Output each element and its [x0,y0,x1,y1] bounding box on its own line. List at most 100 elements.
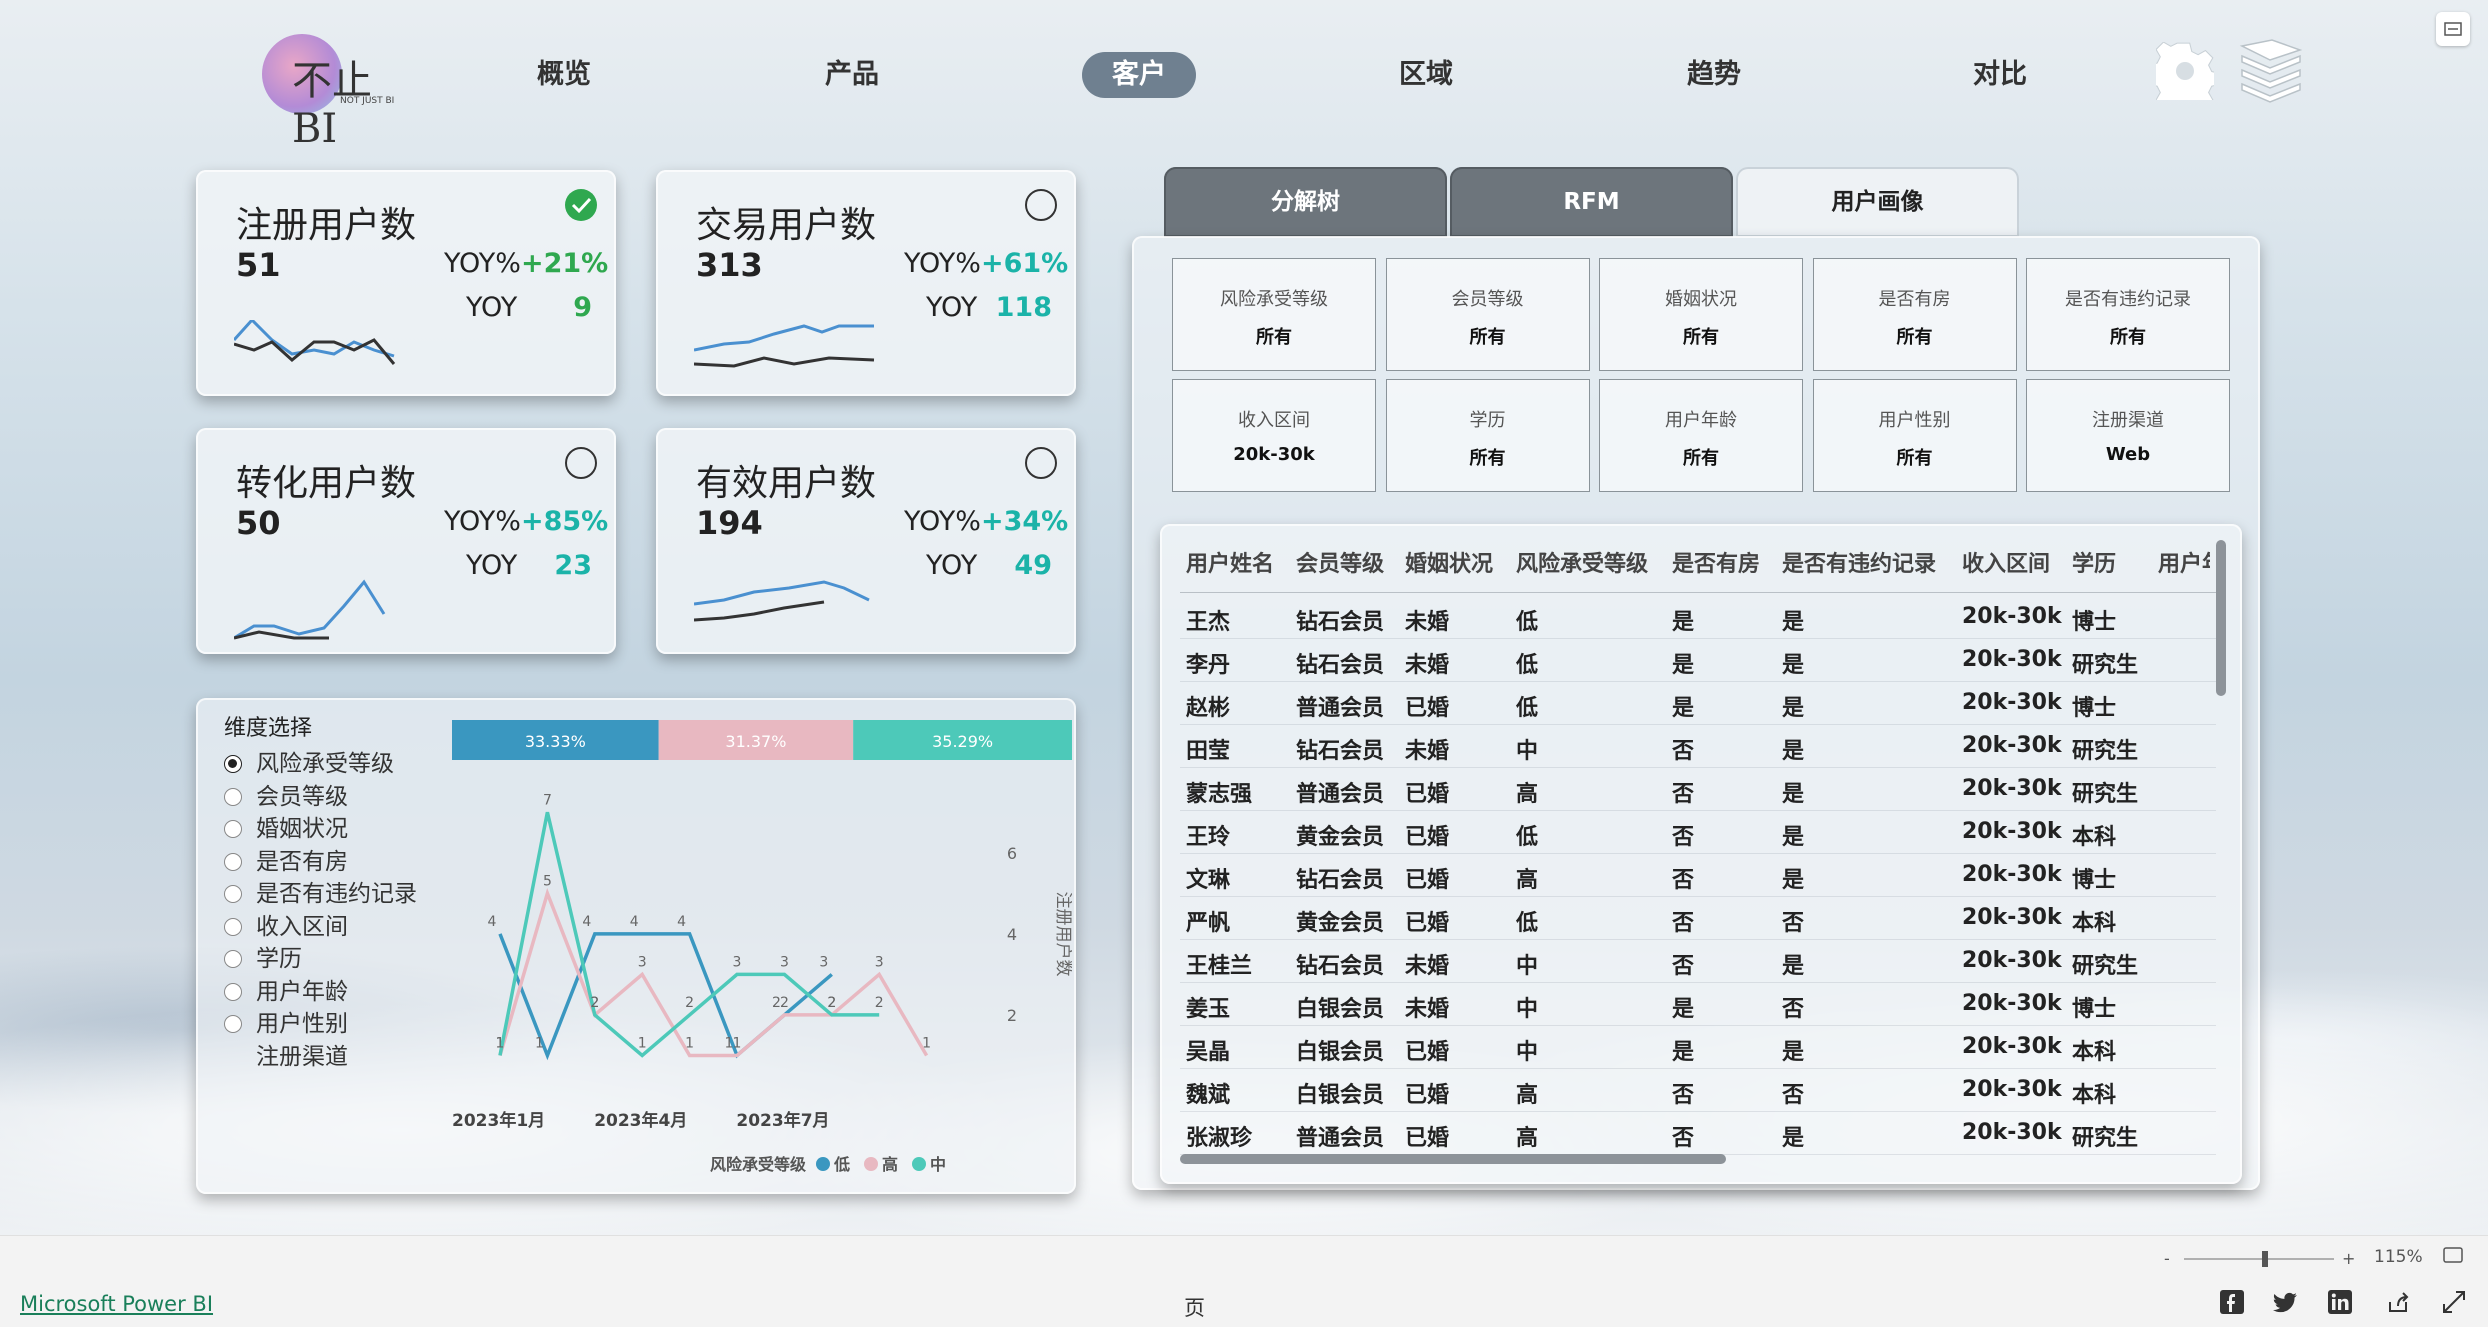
kpi-value: 50 [236,504,281,542]
tab-user-profile[interactable]: 用户画像 [1736,167,2019,237]
slicer-filter[interactable]: 注册渠道 Web [2026,379,2230,492]
slicer-value[interactable]: Web [2027,444,2229,465]
column-header[interactable]: 风险承受等级 [1516,546,1648,578]
kpi-value: 51 [236,246,281,284]
kpi-card-transaction[interactable]: 交易用户数 313 YOY%+61% YOY 118 [656,170,1076,396]
column-header[interactable]: 收入区间 [1962,546,2050,578]
slicer-filter[interactable]: 学历 所有 [1385,379,1590,492]
table-cell: 是 [1782,610,1805,635]
radio-button[interactable] [224,820,242,838]
fit-to-page-icon[interactable] [2442,1244,2464,1266]
table-cell: 是 [1782,868,1805,893]
column-header[interactable]: 用户姓名 [1186,546,1274,578]
facebook-icon[interactable] [2218,1288,2246,1316]
zoom-slider[interactable]: - + [2164,1248,2404,1270]
kpi-yoy-value: 23 [554,550,592,581]
slicer-value[interactable]: 所有 [1600,444,1802,470]
slicer-filter[interactable]: 婚姻状况 所有 [1599,258,1803,371]
tab-rfm[interactable]: RFM [1450,167,1733,237]
radio-button[interactable] [224,982,242,1001]
dimension-option[interactable]: 学历 [224,939,302,972]
radio-button[interactable] [224,787,242,806]
slicer-value[interactable]: 所有 [1814,323,2016,349]
focus-mode-icon[interactable] [2436,12,2470,46]
legend-title: 风险承受等级 [710,1155,807,1174]
dimension-option[interactable]: 注册渠道 [224,1037,348,1070]
column-header[interactable]: 用户年 [2158,546,2210,578]
dimension-option[interactable]: 是否有违约记录 [224,874,417,907]
nav-customer[interactable]: 客户 [1082,52,1196,98]
slicer-value[interactable]: 所有 [2027,323,2229,349]
kpi-title: 注册用户数 [236,205,417,246]
slicer-value[interactable]: 所有 [1173,323,1375,349]
radio-circle-icon[interactable] [564,446,598,480]
column-header[interactable]: 是否有违约记录 [1782,546,1936,578]
dimension-option-label: 风险承受等级 [256,751,394,777]
dimension-option[interactable]: 收入区间 [224,907,348,940]
nav-compare[interactable]: 对比 [1940,52,2060,98]
nav-region[interactable]: 区域 [1366,52,1486,98]
radio-button[interactable] [224,852,242,871]
dimension-option[interactable]: 婚姻状况 [224,809,348,842]
dimension-option[interactable]: 是否有房 [224,842,348,875]
table-cell: 是 [1782,954,1805,979]
slicer-value[interactable]: 所有 [1387,323,1589,349]
zoom-plus[interactable]: + [2342,1249,2355,1268]
dimension-option[interactable]: 用户性别 [224,1004,348,1037]
column-header[interactable]: 学历 [2072,546,2116,578]
twitter-icon[interactable] [2272,1288,2300,1316]
nav-product[interactable]: 产品 [792,52,912,98]
data-label: 1 [733,1035,742,1051]
slicer-value[interactable]: 20k-30k [1173,444,1375,465]
power-bi-link[interactable]: Microsoft Power BI [20,1292,213,1316]
dimension-option[interactable]: 风险承受等级 [224,744,394,777]
layers-icon[interactable] [2236,38,2306,104]
table-cell: 高 [1516,868,1539,893]
table-cell: 未婚 [1405,997,1450,1022]
share-icon[interactable] [2384,1288,2412,1316]
radio-button[interactable] [224,1015,242,1033]
table-cell: 王杰 [1186,610,1231,635]
column-header[interactable]: 会员等级 [1296,546,1384,578]
kpi-yoy-value: 9 [573,292,592,323]
slicer-value[interactable]: 所有 [1600,323,1802,349]
data-label: 3 [638,954,647,970]
kpi-card-active[interactable]: 有效用户数 194 YOY%+34% YOY 49 [656,428,1076,654]
radio-button[interactable] [224,950,242,968]
fullscreen-icon[interactable] [2440,1288,2468,1316]
nav-overview[interactable]: 概览 [504,52,624,98]
linkedin-icon[interactable] [2326,1288,2354,1316]
checkmark-icon[interactable] [564,188,598,222]
table-cell: 本科 [2072,1083,2117,1108]
dimension-option[interactable]: 会员等级 [224,777,348,810]
radio-circle-icon[interactable] [1024,188,1058,222]
slicer-value[interactable]: 所有 [1814,444,2016,470]
radio-circle-icon[interactable] [1024,446,1058,480]
slicer-filter[interactable]: 是否有房 所有 [1812,258,2017,371]
slicer-filter[interactable]: 是否有违约记录 所有 [2026,258,2230,371]
kpi-card-conversion[interactable]: 转化用户数 50 YOY%+85% YOY 23 [196,428,616,654]
radio-button[interactable] [224,885,242,903]
radio-button[interactable] [224,917,242,936]
slicer-filter[interactable]: 风险承受等级 所有 [1172,258,1376,371]
table-vertical-scrollbar[interactable] [2216,540,2226,1156]
table-horizontal-scrollbar[interactable] [1180,1154,1726,1164]
slicer-filter[interactable]: 会员等级 所有 [1385,258,1590,371]
scrollbar-thumb[interactable] [2216,540,2226,696]
slicer-filter[interactable]: 收入区间 20k-30k [1172,379,1376,492]
kpi-yoy-pct-value: +21% [520,248,609,279]
dimension-option[interactable]: 用户年龄 [224,972,348,1005]
tab-decomposition-tree[interactable]: 分解树 [1164,167,1447,237]
table-cell: 本科 [2072,825,2117,850]
gear-icon[interactable] [2156,42,2214,100]
slicer-filter[interactable]: 用户性别 所有 [1812,379,2017,492]
zoom-minus[interactable]: - [2164,1249,2170,1268]
slicer-value[interactable]: 所有 [1387,444,1589,470]
slicer-filter[interactable]: 用户年龄 所有 [1599,379,1803,492]
column-header[interactable]: 是否有房 [1672,546,1760,578]
nav-trend[interactable]: 趋势 [1654,52,1774,98]
table-cell: 魏斌 [1186,1083,1231,1108]
column-header[interactable]: 婚姻状况 [1405,546,1493,578]
radio-button[interactable] [224,755,242,773]
kpi-card-registered[interactable]: 注册用户数 51 YOY%+21% YOY 9 [196,170,616,396]
